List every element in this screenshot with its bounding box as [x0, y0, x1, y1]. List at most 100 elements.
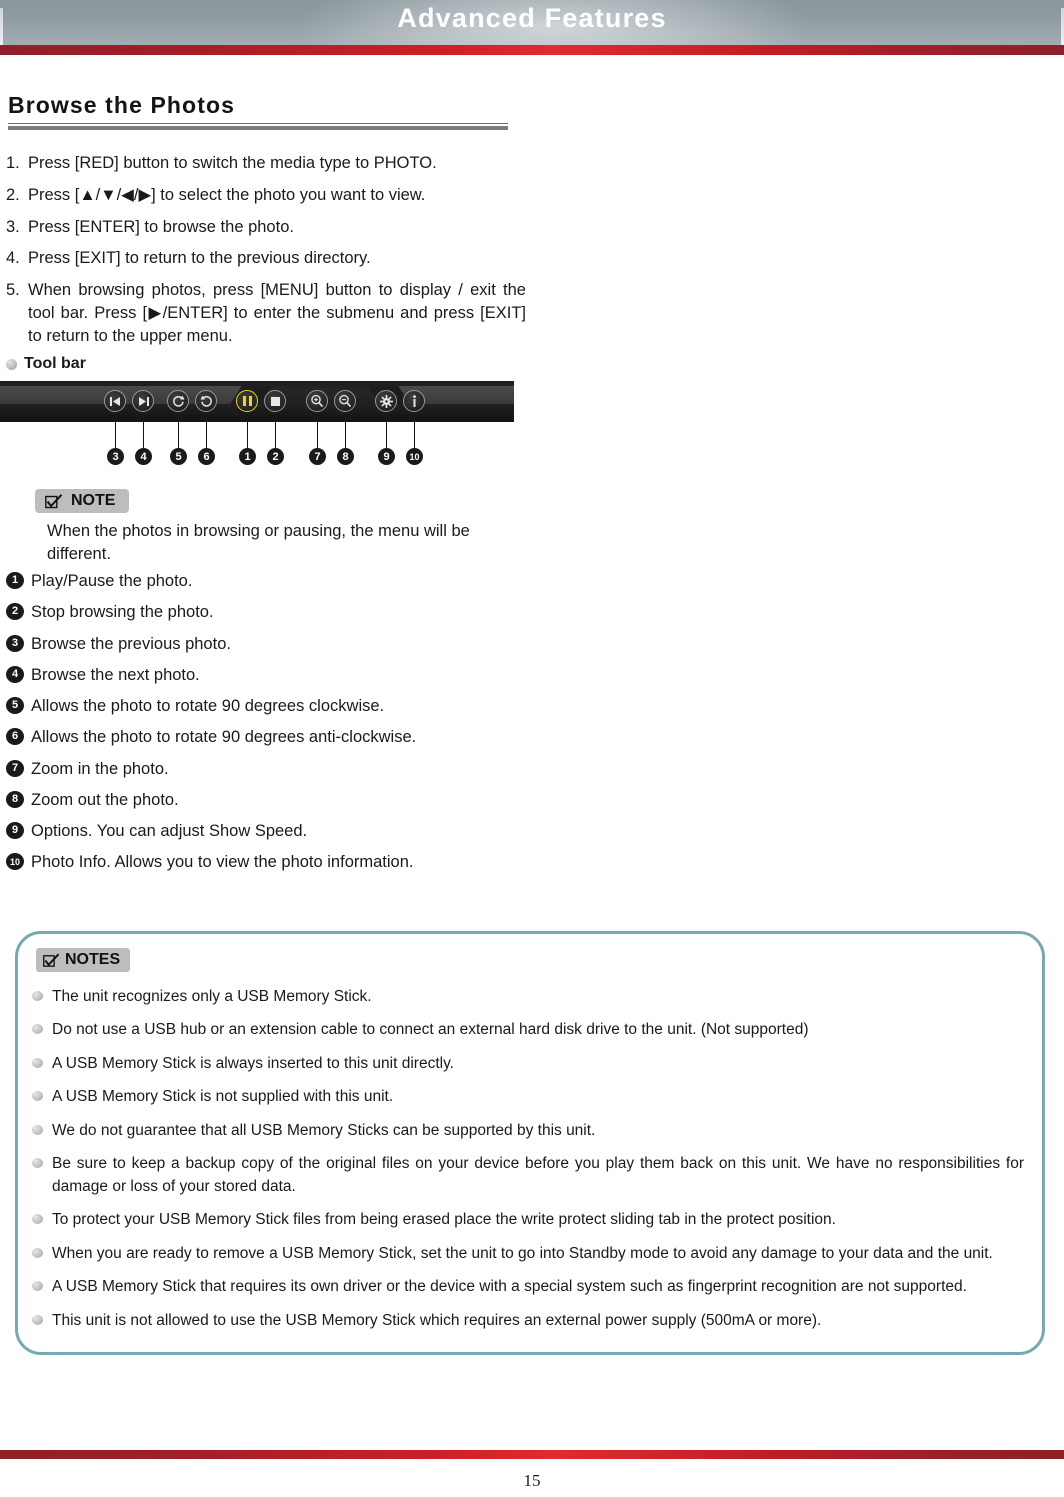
notes-panel: NOTES The unit recognizes only a USB Mem… — [15, 931, 1045, 1355]
checkbox-check-icon — [43, 953, 60, 968]
page-header-banner: Advanced Features — [0, 0, 1064, 45]
callout-leader-line — [386, 422, 387, 448]
options-gear-icon[interactable] — [375, 390, 397, 412]
legend-marker: 8 — [6, 790, 24, 808]
list-item: 1 Play/Pause the photo. — [6, 570, 526, 592]
toolbar-figure: 3 4 5 6 1 2 7 8 9 10 — [0, 381, 514, 476]
legend-text: Browse the next photo. — [31, 665, 200, 684]
bullet-dot-icon — [32, 1214, 43, 1225]
notes-item-text: A USB Memory Stick that requires its own… — [52, 1278, 967, 1296]
list-item: A USB Memory Stick is always inserted to… — [32, 1053, 1024, 1075]
list-item: 1. Press [RED] button to switch the medi… — [6, 152, 526, 175]
legend-marker: 3 — [6, 634, 24, 652]
callout-badge: 7 — [309, 448, 326, 465]
list-item: Do not use a USB hub or an extension cab… — [32, 1019, 1024, 1041]
callout-badge: 2 — [267, 448, 284, 465]
notes-item-text: Be sure to keep a backup copy of the ori… — [52, 1155, 1024, 1195]
pause-icon[interactable] — [236, 390, 258, 412]
legend-marker: 1 — [6, 572, 24, 589]
legend-marker: 7 — [6, 759, 24, 777]
callout-leader-line — [275, 422, 276, 448]
notes-item-text: To protect your USB Memory Stick files f… — [52, 1211, 836, 1229]
bullet-dot-icon — [32, 1057, 43, 1068]
legend-text: Allows the photo to rotate 90 degrees cl… — [31, 697, 385, 716]
bullet-dot-icon — [6, 358, 17, 370]
callout-leader-line — [317, 422, 318, 448]
list-item: 2. Press [▲/▼/◀/▶] to select the photo y… — [6, 184, 526, 207]
callout-leader-line — [206, 422, 207, 448]
callout-leader-line — [414, 422, 415, 448]
list-item: 7 Zoom in the photo. — [6, 758, 526, 780]
list-item: A USB Memory Stick is not supplied with … — [32, 1086, 1024, 1108]
list-item: 5 Allows the photo to rotate 90 degrees … — [6, 695, 526, 717]
zoom-in-icon[interactable] — [306, 390, 328, 412]
header-red-rule — [0, 45, 1064, 55]
legend-text: Zoom out the photo. — [31, 790, 179, 809]
instruction-step-list: 1. Press [RED] button to switch the medi… — [6, 152, 526, 356]
list-item: 6 Allows the photo to rotate 90 degrees … — [6, 726, 526, 748]
toolbar-icon-row — [0, 381, 514, 422]
list-item: 10 Photo Info. Allows you to view the ph… — [6, 851, 526, 873]
legend-text: Zoom in the photo. — [31, 759, 169, 778]
callout-leader-line — [345, 422, 346, 448]
callout-badge: 9 — [378, 448, 395, 465]
info-icon[interactable] — [403, 390, 425, 412]
list-item: A USB Memory Stick that requires its own… — [32, 1276, 1024, 1298]
stop-icon[interactable] — [264, 390, 286, 412]
notes-item-text: Do not use a USB hub or an extension cab… — [52, 1021, 809, 1039]
legend-text: Options. You can adjust Show Speed. — [31, 822, 308, 841]
legend-marker: 4 — [6, 665, 24, 683]
list-item: To protect your USB Memory Stick files f… — [32, 1209, 1024, 1231]
notes-tag-label: NOTES — [65, 951, 121, 968]
legend-marker: 9 — [6, 822, 24, 840]
step-number: 4. — [6, 249, 20, 268]
list-item: 3. Press [ENTER] to browse the photo. — [6, 216, 526, 239]
step-number: 3. — [6, 217, 20, 236]
rotate-clockwise-icon[interactable] — [167, 390, 189, 412]
list-item: This unit is not allowed to use the USB … — [32, 1310, 1024, 1332]
legend-marker: 6 — [6, 728, 24, 746]
zoom-out-icon[interactable] — [334, 390, 356, 412]
list-item: When you are ready to remove a USB Memor… — [32, 1243, 1024, 1265]
list-item: 5. When browsing photos, press [MENU] bu… — [6, 279, 526, 347]
callout-leader-line — [143, 422, 144, 448]
list-item: 4 Browse the next photo. — [6, 664, 526, 686]
notes-item-text: We do not guarantee that all USB Memory … — [52, 1121, 596, 1139]
step-text: Press [EXIT] to return to the previous d… — [28, 249, 371, 268]
callout-leader-line — [115, 422, 116, 448]
skip-previous-icon[interactable] — [104, 390, 126, 412]
checkbox-check-icon — [45, 493, 63, 509]
notes-tag: NOTES — [36, 948, 131, 972]
bullet-dot-icon — [32, 1091, 43, 1102]
step-number: 1. — [6, 154, 20, 172]
heading-rule-thick — [8, 126, 508, 130]
note-tag-label: NOTE — [71, 492, 116, 509]
callout-badge: 6 — [198, 448, 215, 465]
notes-item-text: A USB Memory Stick is not supplied with … — [52, 1088, 394, 1106]
callout-badge: 8 — [337, 448, 354, 465]
list-item: The unit recognizes only a USB Memory St… — [32, 986, 1024, 1008]
list-item: 4. Press [EXIT] to return to the previou… — [6, 247, 526, 270]
section-heading-block: Browse the Photos — [8, 92, 508, 130]
toolbar-legend-list: 1 Play/Pause the photo. 2 Stop browsing … — [6, 570, 526, 883]
bullet-dot-icon — [32, 1158, 43, 1169]
callout-leader-line — [178, 422, 179, 448]
legend-text: Allows the photo to rotate 90 degrees an… — [31, 728, 417, 747]
legend-marker: 2 — [6, 603, 24, 621]
step-text: When browsing photos, press [MENU] butto… — [28, 281, 526, 345]
callout-leader-line — [247, 422, 248, 448]
list-item: 9 Options. You can adjust Show Speed. — [6, 820, 526, 842]
legend-marker: 5 — [6, 697, 24, 715]
bullet-dot-icon — [32, 1314, 43, 1325]
step-number: 2. — [6, 185, 20, 204]
legend-text: Play/Pause the photo. — [31, 572, 193, 590]
list-item: 3 Browse the previous photo. — [6, 633, 526, 655]
bullet-dot-icon — [32, 1124, 43, 1135]
footer-red-rule — [0, 1450, 1064, 1459]
rotate-anticlockwise-icon[interactable] — [195, 390, 217, 412]
skip-next-icon[interactable] — [132, 390, 154, 412]
step-text: Press [▲/▼/◀/▶] to select the photo you … — [28, 185, 426, 204]
callout-badge: 3 — [107, 448, 124, 465]
callout-badge: 4 — [135, 448, 152, 465]
notes-item-text: A USB Memory Stick is always inserted to… — [52, 1054, 454, 1072]
